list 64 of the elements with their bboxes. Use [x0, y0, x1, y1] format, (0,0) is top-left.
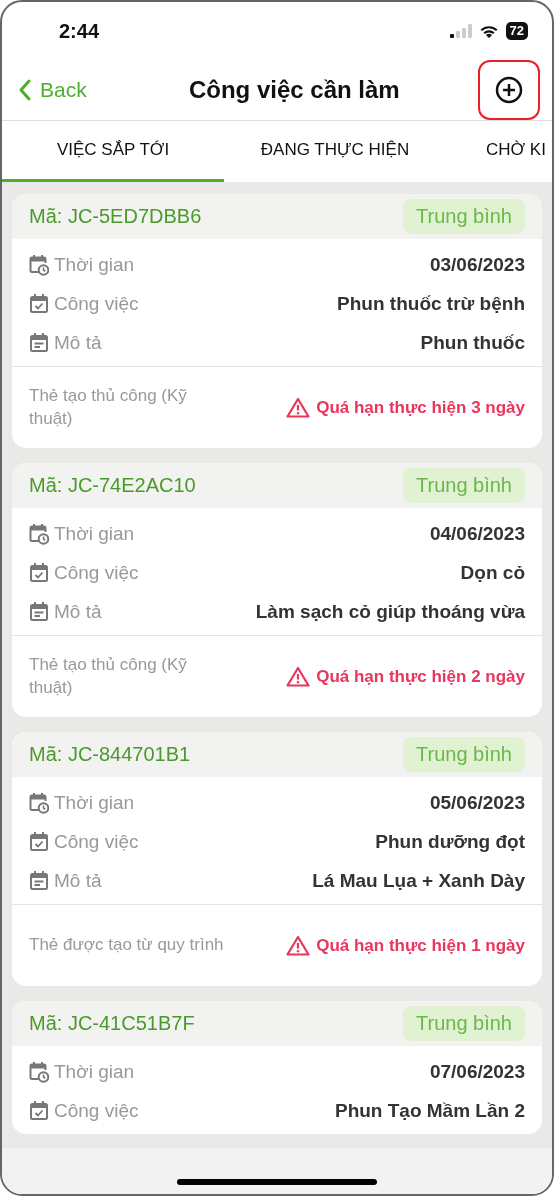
tab[interactable]: CHỜ KI — [446, 121, 552, 182]
field-label: Công việc — [54, 1099, 139, 1122]
card-source: Thẻ được tạo từ quy trình — [29, 934, 224, 957]
add-icon — [495, 76, 523, 104]
field-label: Mô tả — [54, 869, 102, 892]
field-value: Làm sạch cỏ giúp thoáng vừa — [255, 600, 525, 623]
calendar-check-icon — [29, 292, 49, 315]
field-label: Thời gian — [54, 522, 135, 545]
tab[interactable]: ĐANG THỰC HIỆN — [224, 121, 446, 182]
task-code: Mã: JC-74E2AC10 — [29, 474, 196, 497]
chevron-left-icon — [18, 79, 32, 101]
field-value: 03/06/2023 — [429, 253, 525, 276]
field-value: Dọn cỏ — [460, 561, 525, 584]
warning-icon — [286, 397, 311, 418]
priority-badge: Trung bình — [403, 737, 525, 772]
field-label: Thời gian — [54, 253, 135, 276]
field-value: 05/06/2023 — [429, 791, 525, 814]
status-time: 2:44 — [59, 19, 100, 43]
field-label: Mô tả — [54, 600, 102, 623]
field-value: 07/06/2023 — [429, 1060, 525, 1083]
field-label: Mô tả — [54, 331, 102, 354]
priority-badge: Trung bình — [403, 468, 525, 503]
warning-icon — [286, 935, 311, 956]
task-card[interactable]: Mã: JC-5ED7DBB6 Trung bình Thời gian 03/06/2023 Công việc Phun thuốc trừ bệnh Mô tả Phun thuốc Thẻ tạo thủ công (Kỹ thuật) Quá hạn thực hiện 3 ngày — [12, 194, 542, 448]
note-icon — [29, 869, 49, 892]
screen-title: Công việc cần làm — [188, 76, 400, 104]
task-code: Mã: JC-41C51B7F — [29, 1012, 195, 1035]
task-code: Mã: JC-844701B1 — [29, 743, 191, 766]
overdue-warning: Quá hạn thực hiện 3 ngày — [316, 397, 525, 418]
field-value: Phun thuốc trừ bệnh — [337, 292, 525, 315]
task-card[interactable]: Mã: JC-844701B1 Trung bình Thời gian 05/06/2023 Công việc Phun dưỡng đọt Mô tả Lá Mau Lụa + Xanh Dày Thẻ được tạo từ quy trình Quá hạn thực hiện 1 ngày — [12, 732, 542, 986]
task-card[interactable]: Mã: JC-74E2AC10 Trung bình Thời gian 04/06/2023 Công việc Dọn cỏ Mô tả Làm sạch cỏ giúp thoáng vừa Thẻ tạo thủ công (Kỹ thuật) Quá hạn thực hiện 2 ngày — [12, 463, 542, 717]
overdue-warning: Quá hạn thực hiện 2 ngày — [316, 666, 525, 687]
field-label: Công việc — [54, 292, 139, 315]
note-icon — [29, 331, 49, 354]
field-label: Công việc — [54, 830, 139, 853]
field-value: Phun dưỡng đọt — [375, 830, 525, 853]
calendar-clock-icon — [29, 791, 49, 814]
calendar-check-icon — [29, 561, 49, 584]
wifi-icon — [478, 23, 499, 39]
field-value: Lá Mau Lụa + Xanh Dày — [312, 869, 525, 892]
field-label: Thời gian — [54, 1060, 135, 1083]
add-button[interactable] — [478, 60, 540, 120]
field-value: Phun Tạo Mầm Lần 2 — [334, 1099, 525, 1122]
calendar-check-icon — [29, 830, 49, 853]
priority-badge: Trung bình — [403, 199, 525, 234]
calendar-clock-icon — [29, 522, 49, 545]
card-source: Thẻ tạo thủ công (Kỹ thuật) — [29, 385, 188, 430]
field-value: Phun thuốc — [420, 331, 525, 354]
priority-badge: Trung bình — [403, 1006, 525, 1041]
field-value: 04/06/2023 — [429, 522, 525, 545]
calendar-clock-icon — [29, 253, 49, 276]
field-label: Công việc — [54, 561, 139, 584]
note-icon — [29, 600, 49, 623]
warning-icon — [286, 666, 311, 687]
calendar-check-icon — [29, 1099, 49, 1122]
task-card[interactable]: Mã: JC-41C51B7F Trung bình Thời gian 07/06/2023 Công việc Phun Tạo Mầm Lần 2 — [12, 1001, 542, 1134]
calendar-clock-icon — [29, 1060, 49, 1083]
task-code: Mã: JC-5ED7DBB6 — [29, 205, 202, 228]
card-source: Thẻ tạo thủ công (Kỹ thuật) — [29, 654, 188, 699]
signal-icon — [449, 24, 472, 38]
battery-indicator: 72 — [505, 22, 528, 40]
field-label: Thời gian — [54, 791, 135, 814]
overdue-warning: Quá hạn thực hiện 1 ngày — [316, 935, 525, 956]
